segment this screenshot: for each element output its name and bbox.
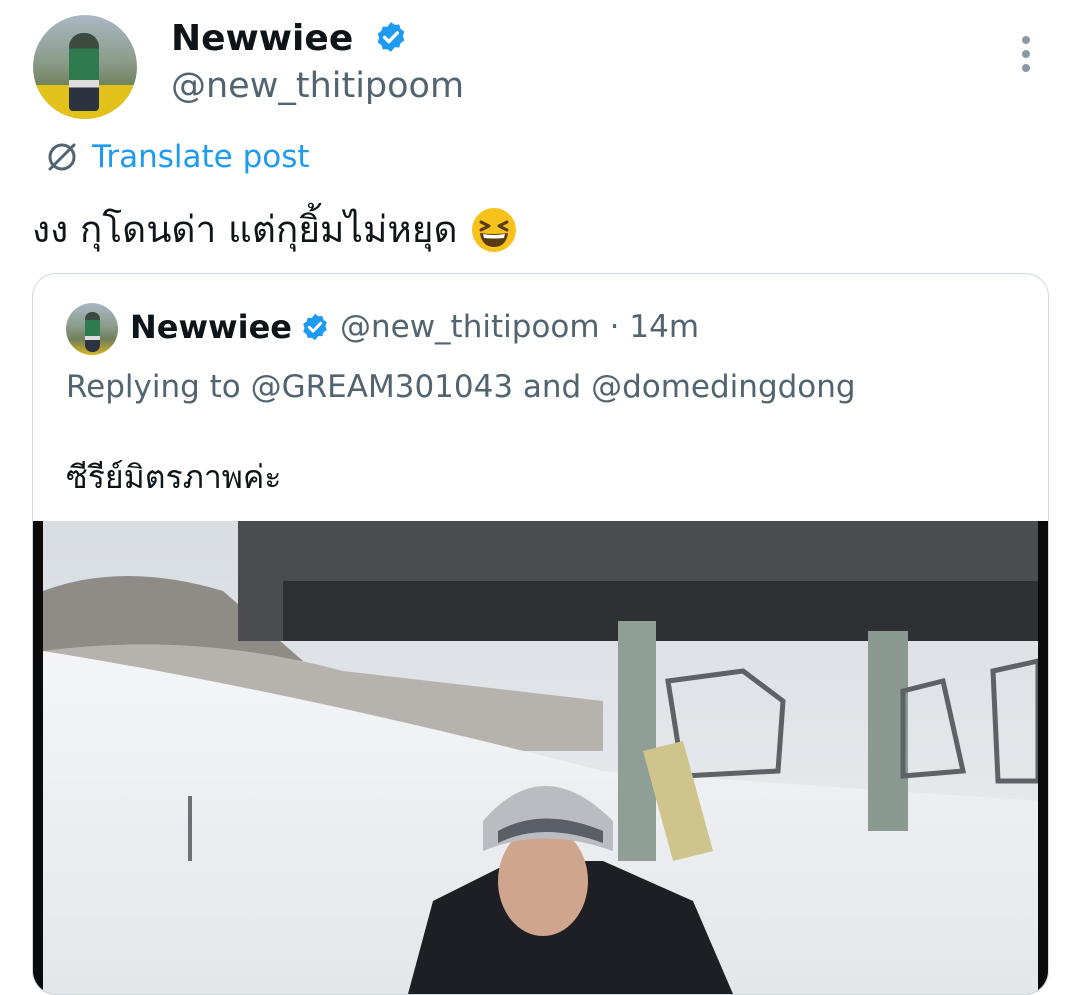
avatar-person [69,33,99,111]
quoted-post-video[interactable] [33,521,1048,994]
verified-badge-icon [377,22,405,52]
more-options-icon[interactable] [1012,36,1040,80]
ski-lift-video-frame [43,521,1038,994]
verified-badge-icon [303,313,327,341]
author-name[interactable]: Newwiee [171,18,408,59]
header-separator: · [609,309,620,345]
author-name-label: Newwiee [171,18,354,59]
quoted-post-header: Newwiee @new_thitipoom · 14m [130,308,699,346]
quoted-post-time[interactable]: 14m [629,309,699,345]
post-text: งง กุโดนด่า แต่กุยิ้มไม่หยุด [32,200,518,259]
quoted-author-avatar[interactable] [66,303,118,355]
translate-post-link[interactable]: Translate post [44,135,310,179]
quoted-author-handle[interactable]: @new_thitipoom [340,309,600,345]
translate-post-label: Translate post [92,139,310,175]
quoted-avatar-person [85,312,100,352]
quoted-author-name[interactable]: Newwiee [130,308,292,346]
author-handle[interactable]: @new_thitipoom [171,66,464,106]
author-avatar[interactable] [33,15,137,119]
globe-icon [48,143,76,171]
replying-to-text: Replying to @GREAM301043 and @domedingdo… [66,369,856,405]
grinning-squinting-face-icon [471,207,516,252]
quoted-post-text: ซีรีย์มิตรภาพค่ะ [66,458,282,496]
post-text-content: งง กุโดนด่า แต่กุยิ้มไม่หยุด [32,208,458,251]
quoted-post-card[interactable]: Newwiee @new_thitipoom · 14m Replying to… [32,273,1049,995]
